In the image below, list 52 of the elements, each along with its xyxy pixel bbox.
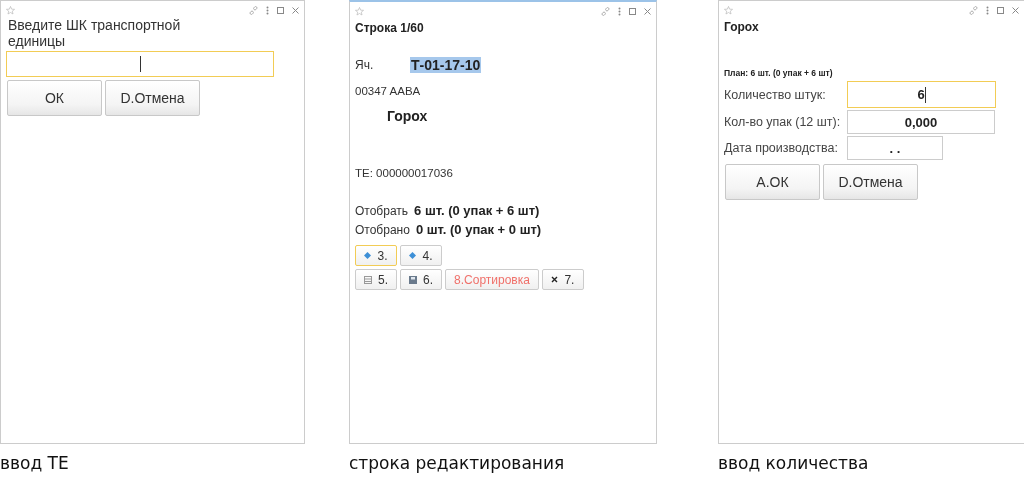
caption: ввод ТЕ [0, 453, 70, 473]
command-button[interactable]: 4. [400, 245, 442, 266]
caption: строка редактирования [349, 453, 566, 473]
amount-value: 0 шт. (0 упак + 0 шт) [415, 222, 542, 237]
field-label: Дата производства: [724, 141, 839, 155]
cell-value: Т-01-17-10 [410, 57, 482, 73]
command-button[interactable]: 3. [355, 245, 397, 266]
command-button[interactable]: 6. [400, 269, 443, 290]
save-icon [409, 275, 417, 284]
maximize-icon[interactable] [277, 6, 284, 14]
caption: ввод количества [718, 453, 870, 473]
amount-label: Отобрать [355, 204, 409, 218]
close-icon[interactable] [644, 7, 651, 15]
command-button[interactable]: 7. [541, 269, 584, 290]
cell-label: Яч. [355, 58, 375, 72]
more-icon[interactable] [618, 6, 621, 16]
more-icon[interactable] [986, 5, 989, 15]
input-field[interactable]: 0,000 [847, 110, 995, 134]
amount-label: Отобрано [355, 223, 410, 237]
link-icon[interactable] [601, 6, 610, 16]
maximize-icon[interactable] [997, 6, 1004, 14]
more-icon[interactable] [266, 5, 269, 15]
form-button[interactable]: D.Отмена [105, 80, 200, 116]
unit-text: ТЕ: 000000017036 [355, 167, 454, 179]
form-title: Горох [724, 20, 760, 34]
input-field[interactable]: . . [847, 136, 943, 160]
diamond-icon [409, 252, 417, 259]
amount-value: 6 шт. (0 упак + 6 шт) [414, 203, 540, 218]
star-icon[interactable] [355, 6, 364, 16]
form-button[interactable]: D.Отмена [823, 164, 918, 200]
prompt-text: Введите ШК транспортной единицы [8, 17, 182, 49]
form-title: Строка 1/60 [355, 21, 425, 35]
command-button[interactable]: 5. [355, 269, 397, 290]
close-icon[interactable] [1012, 6, 1019, 14]
product-name: Горох [387, 108, 429, 124]
diamond-icon [364, 252, 372, 259]
form-button[interactable]: А.ОК [725, 164, 820, 200]
barcode-field[interactable] [6, 51, 274, 77]
field-label: Количество штук: [724, 87, 827, 102]
star-icon[interactable] [724, 5, 733, 15]
plan-text: План: 6 шт. (0 упак + 6 шт) [724, 68, 834, 78]
form-button[interactable]: ОК [7, 80, 102, 116]
close-icon [551, 276, 559, 283]
field-label: Кол-во упак (12 шт): [724, 115, 842, 129]
link-icon[interactable] [249, 5, 258, 15]
close-icon[interactable] [292, 6, 299, 14]
link-icon[interactable] [969, 5, 978, 15]
table-icon [364, 275, 372, 284]
input-field[interactable]: 6 [847, 81, 996, 108]
item-code: 00347 AABA [355, 85, 422, 97]
maximize-icon[interactable] [629, 7, 636, 15]
star-icon[interactable] [6, 5, 15, 15]
